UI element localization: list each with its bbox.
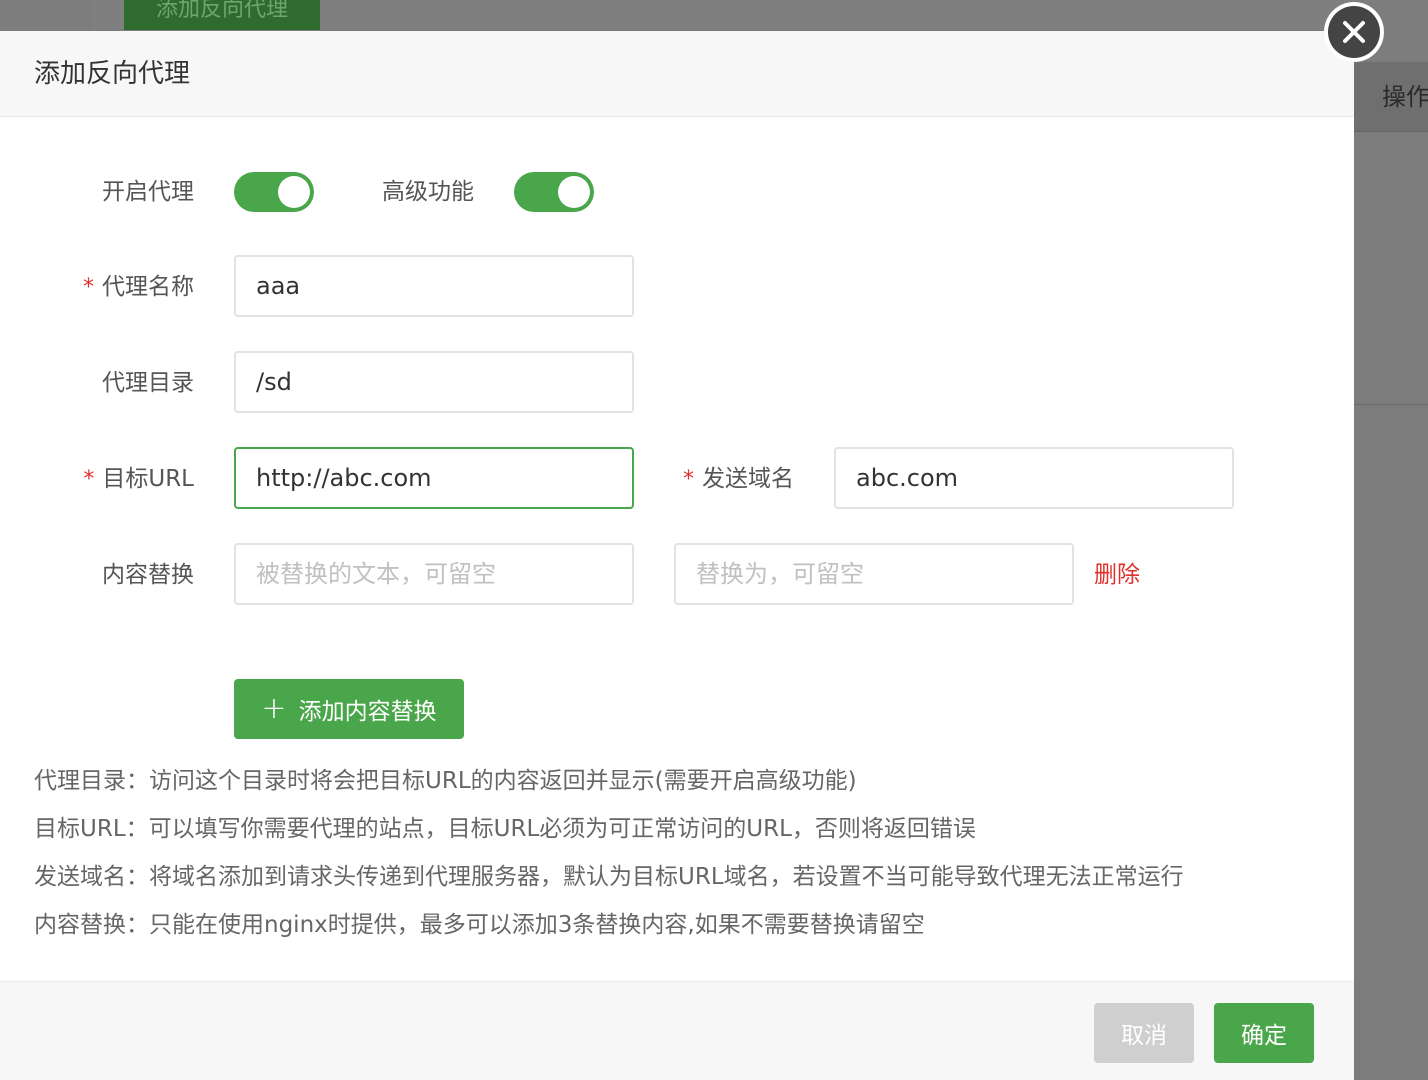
delete-replace-link[interactable]: 删除 (1094, 560, 1140, 590)
toggle-knob (278, 176, 310, 208)
close-icon (1328, 6, 1380, 58)
cancel-button[interactable]: 取消 (1094, 1003, 1194, 1063)
proxy-dir-label: 代理目录 (102, 370, 194, 396)
required-mark: * (83, 275, 94, 300)
plus-icon: + (261, 691, 287, 726)
required-mark: * (83, 467, 95, 492)
enable-proxy-label: 开启代理 (102, 179, 194, 205)
proxy-name-label-text: 代理名称 (102, 274, 194, 300)
toggle-knob (558, 176, 590, 208)
enable-proxy-toggle[interactable] (234, 172, 314, 212)
target-url-label: * 目标URL (34, 464, 194, 495)
background-add-proxy-button: 添加反向代理 (124, 0, 320, 30)
modal-title: 添加反向代理 (0, 31, 1354, 117)
background-table-panel (1354, 60, 1428, 1080)
help-text: 代理目录：访问这个目录时将会把目标URL的内容返回并显示(需要开启高级功能) 目… (34, 757, 1184, 949)
replace-from-input[interactable] (234, 543, 634, 605)
add-reverse-proxy-modal: 添加反向代理 开启代理 高级功能 * 代理名称 代理目录 * 目标URL * 发送域名… (0, 31, 1354, 1080)
modal-footer: 取消 确定 (0, 981, 1354, 1080)
proxy-dir-input[interactable] (234, 351, 634, 413)
target-url-input[interactable] (234, 447, 634, 509)
send-domain-label: * 发送域名 (634, 464, 794, 495)
proxy-name-label: * 代理名称 (34, 272, 194, 303)
proxy-name-input[interactable] (234, 255, 634, 317)
confirm-button[interactable]: 确定 (1214, 1003, 1314, 1063)
content-replace-label: 内容替换 (102, 562, 194, 588)
help-line-proxy-dir: 代理目录：访问这个目录时将会把目标URL的内容返回并显示(需要开启高级功能) (34, 768, 857, 794)
advanced-feature-toggle[interactable] (514, 172, 594, 212)
target-url-label-text: 目标URL (102, 466, 194, 492)
background-table-divider (1354, 404, 1428, 405)
help-line-content-replace: 内容替换：只能在使用nginx时提供，最多可以添加3条替换内容,如果不需要替换请… (34, 912, 925, 938)
background-table-header-actions: 操作 (1354, 62, 1428, 132)
add-content-replace-label: 添加内容替换 (298, 699, 437, 725)
send-domain-input[interactable] (834, 447, 1234, 509)
replace-to-input[interactable] (674, 543, 1074, 605)
close-modal-button[interactable] (1324, 2, 1384, 62)
send-domain-label-text: 发送域名 (702, 466, 794, 492)
add-content-replace-button[interactable]: + 添加内容替换 (234, 679, 464, 739)
advanced-feature-label: 高级功能 (382, 179, 474, 205)
required-mark: * (683, 467, 694, 492)
help-line-send-domain: 发送域名：将域名添加到请求头传递到代理服务器，默认为目标URL域名，若设置不当可… (34, 864, 1184, 890)
help-line-target-url: 目标URL：可以填写你需要代理的站点，目标URL必须为可正常访问的URL，否则将… (34, 816, 976, 842)
